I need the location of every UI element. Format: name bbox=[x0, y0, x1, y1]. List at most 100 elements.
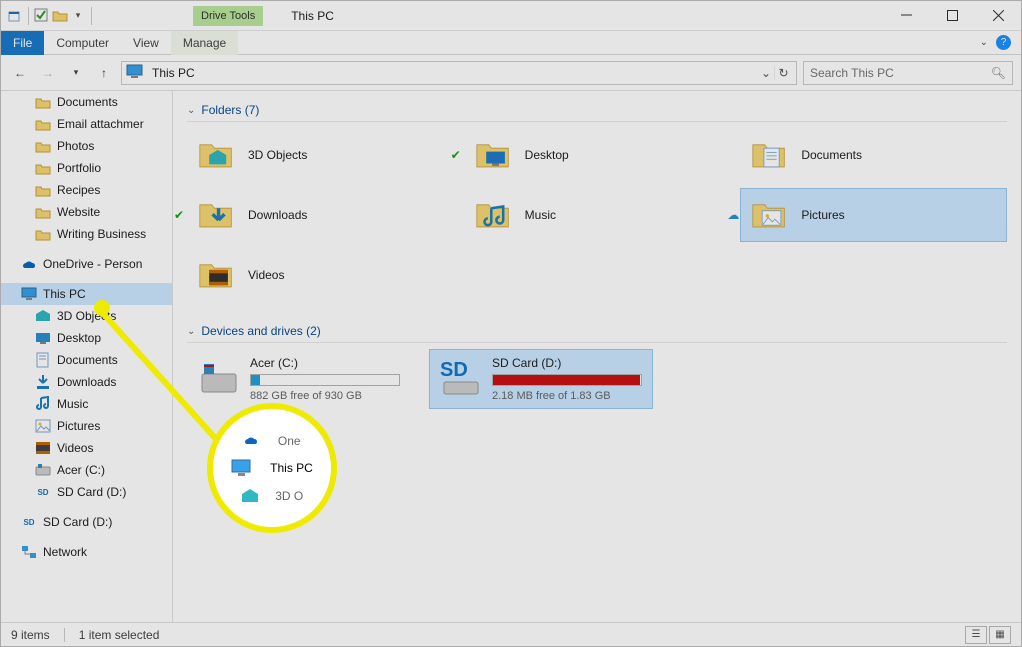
folder-icon bbox=[747, 195, 791, 235]
view-details-button[interactable]: ☰ bbox=[965, 626, 987, 644]
tab-view[interactable]: View bbox=[121, 31, 171, 55]
sidebar-item-thispc-4[interactable]: Music bbox=[1, 393, 172, 415]
tree-icon bbox=[35, 330, 51, 346]
folder-icon bbox=[35, 116, 51, 132]
sidebar-item-label: SD Card (D:) bbox=[57, 485, 126, 499]
folder-label: 3D Objects bbox=[248, 148, 307, 162]
refresh-icon[interactable]: ↻ bbox=[774, 66, 792, 80]
folder-icon bbox=[35, 138, 51, 154]
drive-name: SD Card (D:) bbox=[492, 356, 642, 370]
minimize-button[interactable] bbox=[883, 1, 929, 31]
sidebar-item-label: Documents bbox=[57, 95, 118, 109]
sidebar-item-quick-2[interactable]: Photos bbox=[1, 135, 172, 157]
sidebar-item-label: Videos bbox=[57, 441, 93, 455]
sidebar-item-thispc-1[interactable]: Desktop bbox=[1, 327, 172, 349]
folder-item-videos[interactable]: Videos bbox=[187, 248, 454, 302]
address-dropdown-icon[interactable]: ⌄ bbox=[758, 66, 774, 80]
folder-icon bbox=[35, 182, 51, 198]
sidebar-item-label: Recipes bbox=[57, 183, 100, 197]
search-icon[interactable]: 🔍︎ bbox=[991, 66, 1006, 80]
folder-icon bbox=[35, 226, 51, 242]
tab-manage[interactable]: Manage bbox=[171, 31, 238, 55]
help-icon[interactable]: ? bbox=[996, 35, 1011, 50]
sidebar-item-quick-5[interactable]: Website bbox=[1, 201, 172, 223]
maximize-button[interactable] bbox=[929, 1, 975, 31]
status-selection: 1 item selected bbox=[79, 628, 160, 642]
sidebar-item-quick-0[interactable]: Documents bbox=[1, 91, 172, 113]
window-title: This PC bbox=[291, 9, 334, 23]
folder-icon bbox=[35, 204, 51, 220]
nav-forward-button[interactable]: → bbox=[37, 62, 59, 84]
sidebar-item-onedrive[interactable]: OneDrive - Person bbox=[1, 253, 172, 275]
group-label: Devices and drives (2) bbox=[201, 324, 320, 338]
sidebar-item-quick-3[interactable]: Portfolio bbox=[1, 157, 172, 179]
sidebar-item-label: Website bbox=[57, 205, 100, 219]
qat-check-icon[interactable] bbox=[34, 8, 50, 24]
tab-file[interactable]: File bbox=[1, 31, 44, 55]
nav-recent-dropdown[interactable]: ▾ bbox=[65, 62, 87, 84]
sidebar-item-thispc-8[interactable]: SDSD Card (D:) bbox=[1, 481, 172, 503]
drive-item-0[interactable]: Acer (C:)882 GB free of 930 GB bbox=[187, 349, 411, 409]
address-bar[interactable]: This PC ⌄ ↻ bbox=[121, 61, 797, 85]
folder-item-pictures[interactable]: ☁Pictures bbox=[740, 188, 1007, 242]
search-box[interactable]: 🔍︎ bbox=[803, 61, 1013, 85]
sidebar-item-label: SD Card (D:) bbox=[43, 515, 112, 529]
sidebar-item-quick-1[interactable]: Email attachmer bbox=[1, 113, 172, 135]
sidebar-item-label: Acer (C:) bbox=[57, 463, 105, 477]
group-header-folders[interactable]: ⌄ Folders (7) bbox=[187, 99, 1007, 122]
nav-up-button[interactable]: ↑ bbox=[93, 62, 115, 84]
nav-back-button[interactable]: ← bbox=[9, 62, 31, 84]
sidebar-item-network[interactable]: Network bbox=[1, 541, 172, 563]
sd-icon: SD bbox=[21, 514, 37, 530]
qat-folder-icon[interactable] bbox=[52, 8, 68, 24]
cloud-sync-icon: ☁ bbox=[727, 208, 739, 222]
tree-icon bbox=[35, 374, 51, 390]
sidebar-item-label: Photos bbox=[57, 139, 94, 153]
folder-item-desktop[interactable]: ✔Desktop bbox=[464, 128, 731, 182]
sidebar-item-thispc-7[interactable]: Acer (C:) bbox=[1, 459, 172, 481]
folder-label: Desktop bbox=[525, 148, 569, 162]
qat-properties-icon[interactable] bbox=[7, 8, 23, 24]
content-pane[interactable]: ⌄ Folders (7) 3D Objects ✔DesktopDocument… bbox=[173, 91, 1021, 622]
drive-free-text: 2.18 MB free of 1.83 GB bbox=[492, 390, 642, 402]
folder-icon bbox=[747, 135, 791, 175]
folder-icon bbox=[35, 160, 51, 176]
folder-item-3d-objects[interactable]: 3D Objects bbox=[187, 128, 454, 182]
sidebar-item-thispc-5[interactable]: Pictures bbox=[1, 415, 172, 437]
monitor-icon bbox=[21, 286, 37, 302]
network-icon bbox=[21, 544, 37, 560]
sidebar-item-thispc-0[interactable]: 3D Objects bbox=[1, 305, 172, 327]
view-icons-button[interactable]: ▦ bbox=[989, 626, 1011, 644]
sidebar-item-quick-4[interactable]: Recipes bbox=[1, 179, 172, 201]
qat-dropdown-icon[interactable]: ▾ bbox=[70, 8, 86, 24]
group-header-drives[interactable]: ⌄ Devices and drives (2) bbox=[187, 320, 1007, 343]
folder-item-documents[interactable]: Documents bbox=[740, 128, 1007, 182]
sidebar-item-sdcard-ext[interactable]: SD SD Card (D:) bbox=[1, 511, 172, 533]
sidebar-item-label: 3D Objects bbox=[57, 309, 116, 323]
folder-icon bbox=[194, 195, 238, 235]
navigation-pane[interactable]: Documents Email attachmer Photos Portfolio R… bbox=[1, 91, 173, 622]
folder-label: Downloads bbox=[248, 208, 307, 222]
drive-item-1[interactable]: SDSD Card (D:)2.18 MB free of 1.83 GB bbox=[429, 349, 653, 409]
folder-item-music[interactable]: Music bbox=[464, 188, 731, 242]
drive-usage-bar bbox=[492, 374, 642, 386]
sidebar-item-label: Network bbox=[43, 545, 87, 559]
drive-name: Acer (C:) bbox=[250, 356, 400, 370]
folder-item-downloads[interactable]: ✔Downloads bbox=[187, 188, 454, 242]
tab-computer[interactable]: Computer bbox=[44, 31, 121, 55]
sidebar-item-thispc-6[interactable]: Videos bbox=[1, 437, 172, 459]
sidebar-item-label: Documents bbox=[57, 353, 118, 367]
sidebar-item-thispc-3[interactable]: Downloads bbox=[1, 371, 172, 393]
folder-icon bbox=[471, 135, 515, 175]
sidebar-item-quick-6[interactable]: Writing Business bbox=[1, 223, 172, 245]
close-button[interactable] bbox=[975, 1, 1021, 31]
sidebar-item-label: Pictures bbox=[57, 419, 100, 433]
collapse-icon[interactable]: ⌄ bbox=[187, 105, 195, 116]
ribbon-expand-icon[interactable]: ⌄ bbox=[980, 37, 988, 48]
contextual-tab-drive-tools: Drive Tools bbox=[193, 6, 263, 26]
search-input[interactable] bbox=[810, 66, 991, 80]
tree-icon bbox=[35, 396, 51, 412]
sidebar-item-thispc-2[interactable]: Documents bbox=[1, 349, 172, 371]
collapse-icon[interactable]: ⌄ bbox=[187, 326, 195, 337]
sidebar-item-this-pc[interactable]: This PC bbox=[1, 283, 172, 305]
